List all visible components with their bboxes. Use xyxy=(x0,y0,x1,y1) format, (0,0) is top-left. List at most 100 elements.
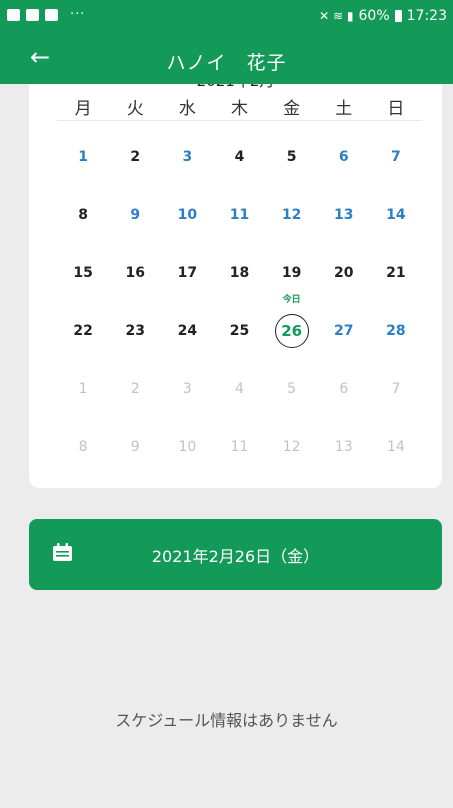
battery-percent: 60% xyxy=(358,8,390,24)
calendar-day[interactable]: 2 xyxy=(109,149,161,165)
day-number: 1 xyxy=(78,149,88,165)
day-number: 10 xyxy=(177,207,198,223)
calendar-week-row: 1 2 3 4 5 6 7 xyxy=(57,128,422,186)
calendar-day: 13 xyxy=(318,439,370,455)
bus-notification-icon xyxy=(26,9,39,21)
day-number: 25 xyxy=(229,323,250,339)
day-number: 12 xyxy=(282,439,301,455)
clock: 17:23 xyxy=(406,8,447,24)
calendar-day[interactable]: 17 xyxy=(161,265,213,281)
day-number: 7 xyxy=(391,149,401,165)
day-number: 11 xyxy=(229,207,250,223)
signal-icon: ✕ ≋ ▮ xyxy=(319,9,354,23)
calendar-day[interactable]: 18 xyxy=(213,265,265,281)
calendar-day[interactable]: 11 xyxy=(213,207,265,223)
day-number: 9 xyxy=(130,207,141,223)
calendar-day: 11 xyxy=(213,439,265,455)
day-number: 20 xyxy=(334,265,354,281)
day-number: 4 xyxy=(235,381,244,397)
day-number: 6 xyxy=(338,149,349,165)
bus-notification-icon-2 xyxy=(45,9,58,21)
calendar-day: 5 xyxy=(266,381,318,397)
selected-date-text: 2021年2月26日（金） xyxy=(151,547,320,566)
calendar-day[interactable]: 12 xyxy=(266,207,318,223)
day-number: 8 xyxy=(78,207,88,223)
day-number: 24 xyxy=(177,323,198,339)
calendar-day[interactable]: 23 xyxy=(109,323,161,339)
image-notification-icon xyxy=(7,9,20,21)
day-number: 2 xyxy=(130,149,141,165)
day-number: 12 xyxy=(281,207,302,223)
app-bar: ← ハノイ 花子 xyxy=(0,34,453,84)
day-number: 13 xyxy=(334,439,353,455)
calendar-day: 1 xyxy=(57,381,109,397)
weekday-sun: 日 xyxy=(387,99,405,119)
calendar-day[interactable]: 27 xyxy=(318,323,370,339)
calendar-day[interactable]: 20 xyxy=(318,265,370,281)
calendar-card: ‹ 2021年2月 › 月 火 水 木 金 土 日 12345678910111… xyxy=(29,70,442,488)
calendar-day[interactable]: 19 xyxy=(266,265,318,281)
calendar-day: 10 xyxy=(161,439,213,455)
today-tag: 今日 xyxy=(282,295,301,305)
weekday-sat: 土 xyxy=(335,99,353,119)
calendar-day: 8 xyxy=(57,439,109,455)
calendar-day[interactable]: 9 xyxy=(109,207,161,223)
calendar-week-row: 8 9 10 11 12 13 14 xyxy=(57,418,422,476)
calendar-day[interactable]: 22 xyxy=(57,323,109,339)
calendar-day[interactable]: 8 xyxy=(57,207,109,223)
day-number: 18 xyxy=(229,265,250,281)
calendar-grid: 1 2 3 4 5 6 7 8 9 10 11 12 13 14 15 16 17 18 19 20 21 22 23 24 2… xyxy=(57,128,422,476)
calendar-day[interactable]: 16 xyxy=(109,265,161,281)
day-number: 17 xyxy=(177,265,198,281)
day-number: 15 xyxy=(73,265,93,281)
selected-date-bar[interactable]: 2021年2月26日（金） xyxy=(29,519,442,590)
calendar-day: 3 xyxy=(161,381,213,397)
battery-icon xyxy=(394,10,402,22)
day-number: 21 xyxy=(386,265,406,281)
calendar-week-row: 8 9 10 11 12 13 14 xyxy=(57,186,422,244)
calendar-day[interactable]: 13 xyxy=(318,207,370,223)
day-number: 26 xyxy=(274,314,309,348)
calendar-day: 4 xyxy=(213,381,265,397)
calendar-day[interactable]: 14 xyxy=(370,207,422,223)
calendar-day[interactable]: 4 xyxy=(213,149,265,165)
day-number: 11 xyxy=(230,439,249,455)
day-number: 3 xyxy=(182,381,192,397)
weekday-thu: 木 xyxy=(230,99,248,119)
calendar-day[interactable]: 24 xyxy=(161,323,213,339)
calendar-day[interactable]: 5 xyxy=(266,149,318,165)
day-number: 14 xyxy=(387,439,405,455)
calendar-day[interactable]: 15 xyxy=(57,265,109,281)
day-number: 14 xyxy=(386,207,406,223)
calendar-day[interactable]: 10 xyxy=(161,207,213,223)
day-number: 27 xyxy=(334,323,354,339)
day-number: 19 xyxy=(281,265,302,281)
day-number: 23 xyxy=(125,323,145,339)
calendar-day: 2 xyxy=(109,381,161,397)
day-number: 28 xyxy=(386,323,406,339)
calendar-day[interactable]: 1 xyxy=(57,149,109,165)
empty-schedule-message: スケジュール情報はありません xyxy=(115,711,338,730)
calendar-day[interactable]: 3 xyxy=(161,149,213,165)
calendar-week-row: 22 23 24 25 26 今日 27 28 xyxy=(57,295,422,360)
calendar-day[interactable]: 7 xyxy=(370,149,422,165)
day-number: 3 xyxy=(182,149,193,165)
calendar-day: 9 xyxy=(109,439,161,455)
day-number: 2 xyxy=(130,381,140,397)
day-number: 5 xyxy=(286,149,297,165)
more-notifications-icon: ··· xyxy=(70,7,86,22)
weekday-header: 月 火 水 木 金 土 日 xyxy=(57,94,422,121)
calendar-week-row: 1 2 3 4 5 6 7 xyxy=(57,360,422,418)
calendar-day[interactable]: 28 xyxy=(370,323,422,339)
day-number: 6 xyxy=(339,381,349,397)
calendar-day-today[interactable]: 26 今日 xyxy=(266,295,318,348)
day-number: 10 xyxy=(178,439,197,455)
calendar-day[interactable]: 25 xyxy=(213,323,265,339)
weekday-wed: 水 xyxy=(178,99,196,119)
calendar-day[interactable]: 21 xyxy=(370,265,422,281)
calendar-day: 7 xyxy=(370,381,422,397)
day-number: 7 xyxy=(391,381,401,397)
calendar-day: 12 xyxy=(266,439,318,455)
day-number: 8 xyxy=(78,439,88,455)
calendar-day[interactable]: 6 xyxy=(318,149,370,165)
